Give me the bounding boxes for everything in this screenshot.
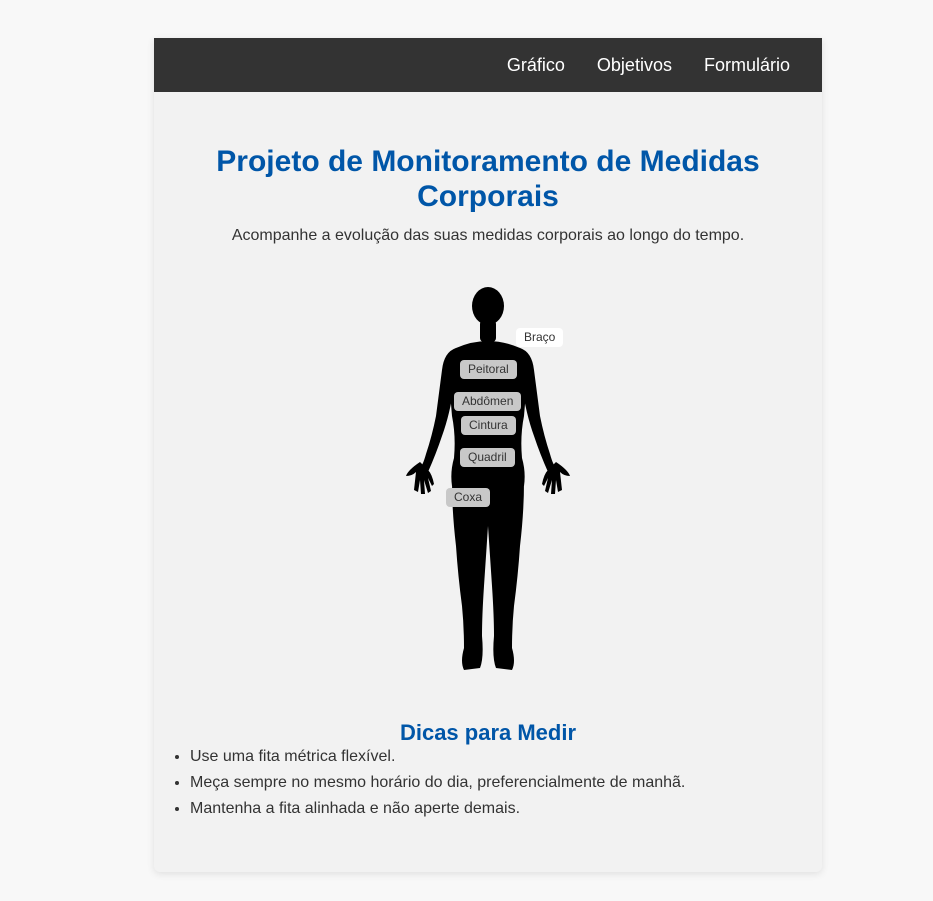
page-container: Gráfico Objetivos Formulário Projeto de …: [154, 38, 822, 872]
tip-item: Use uma fita métrica flexível.: [190, 744, 685, 770]
tips-title: Dicas para Medir: [399, 720, 577, 746]
nav-link-objetivos[interactable]: Objetivos: [597, 55, 672, 76]
label-coxa[interactable]: Coxa: [446, 488, 491, 507]
tips-list: Use uma fita métrica flexível. Meça semp…: [154, 744, 685, 822]
page-title: Projeto de Monitoramento de Medidas Corp…: [216, 145, 760, 213]
navbar: Gráfico Objetivos Formulário: [154, 38, 822, 92]
body-map: Braço Peitoral Abdômen Cintura Quadril C…: [154, 286, 822, 676]
tip-item: Mantenha a fita alinhada e não aperte de…: [190, 796, 685, 822]
tip-item: Meça sempre no mesmo horário do dia, pre…: [190, 770, 685, 796]
label-abdomen[interactable]: Abdômen: [454, 392, 522, 411]
label-braco[interactable]: Braço: [516, 328, 564, 347]
label-peitoral[interactable]: Peitoral: [460, 360, 517, 379]
nav-link-grafico[interactable]: Gráfico: [507, 55, 565, 76]
label-quadril[interactable]: Quadril: [460, 448, 515, 467]
nav-link-formulario[interactable]: Formulário: [704, 55, 790, 76]
label-cintura[interactable]: Cintura: [461, 416, 516, 435]
page-subtitle: Acompanhe a evolução das suas medidas co…: [231, 227, 745, 244]
